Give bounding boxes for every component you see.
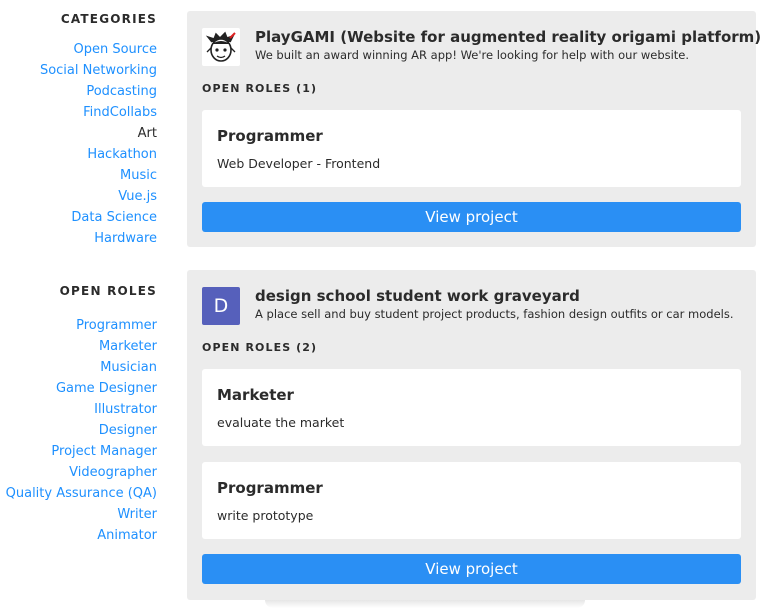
role-marketer[interactable]: Marketer — [0, 336, 157, 357]
project-card: PlayGAMI (Website for augmented reality … — [187, 11, 761, 247]
role-card[interactable]: Programmer Web Developer - Frontend — [202, 110, 741, 187]
category-findcollabs[interactable]: FindCollabs — [0, 102, 157, 123]
role-writer[interactable]: Writer — [0, 504, 157, 525]
category-hardware[interactable]: Hardware — [0, 228, 157, 249]
open-roles-title: OPEN ROLES — [59, 284, 157, 298]
role-videographer[interactable]: Videographer — [0, 462, 157, 483]
category-music[interactable]: Music — [0, 165, 157, 186]
project-title[interactable]: design school student work graveyard — [255, 287, 580, 305]
role-illustrator[interactable]: Illustrator — [0, 399, 157, 420]
project-header: PlayGAMI (Website for augmented reality … — [202, 28, 761, 68]
role-project-manager[interactable]: Project Manager — [0, 441, 157, 462]
origami-face-icon — [202, 28, 240, 66]
category-hackathon[interactable]: Hackathon — [0, 144, 157, 165]
role-programmer[interactable]: Programmer — [0, 315, 157, 336]
category-art[interactable]: Art — [0, 123, 157, 144]
role-description: Web Developer - Frontend — [217, 156, 381, 171]
sidebar: CATEGORIES Open Source Social Networking… — [0, 0, 157, 249]
category-social-networking[interactable]: Social Networking — [0, 60, 157, 81]
category-podcasting[interactable]: Podcasting — [0, 81, 157, 102]
role-qa[interactable]: Quality Assurance (QA) — [0, 483, 157, 504]
role-card[interactable]: Marketer evaluate the market — [202, 369, 741, 446]
category-vuejs[interactable]: Vue.js — [0, 186, 157, 207]
project-description: A place sell and buy student project pro… — [255, 307, 734, 321]
role-title: Programmer — [217, 479, 323, 497]
project-description: We built an award winning AR app! We're … — [255, 48, 690, 62]
role-game-designer[interactable]: Game Designer — [0, 378, 157, 399]
project-logo-avatar: D — [202, 287, 240, 325]
role-musician[interactable]: Musician — [0, 357, 157, 378]
open-roles-count: OPEN ROLES (2) — [202, 341, 318, 354]
role-designer[interactable]: Designer — [0, 420, 157, 441]
role-animator[interactable]: Animator — [0, 525, 157, 546]
categories-title: CATEGORIES — [60, 12, 157, 26]
role-title: Programmer — [217, 127, 323, 145]
project-title[interactable]: PlayGAMI (Website for augmented reality … — [255, 28, 761, 46]
next-card-shadow — [265, 600, 585, 608]
project-header: D design school student work graveyard A… — [202, 287, 746, 327]
category-data-science[interactable]: Data Science — [0, 207, 157, 228]
category-open-source[interactable]: Open Source — [0, 39, 157, 60]
view-project-button[interactable]: View project — [202, 554, 741, 584]
view-project-button[interactable]: View project — [202, 202, 741, 232]
role-description: write prototype — [217, 508, 314, 523]
roles-filter: OPEN ROLES Programmer Marketer Musician … — [0, 284, 157, 546]
categories-list: Open Source Social Networking Podcasting… — [0, 39, 157, 249]
roles-list: Programmer Marketer Musician Game Design… — [0, 315, 157, 546]
role-description: evaluate the market — [217, 415, 345, 430]
open-roles-count: OPEN ROLES (1) — [202, 82, 318, 95]
role-title: Marketer — [217, 386, 294, 404]
project-card: D design school student work graveyard A… — [187, 270, 756, 600]
role-card[interactable]: Programmer write prototype — [202, 462, 741, 539]
